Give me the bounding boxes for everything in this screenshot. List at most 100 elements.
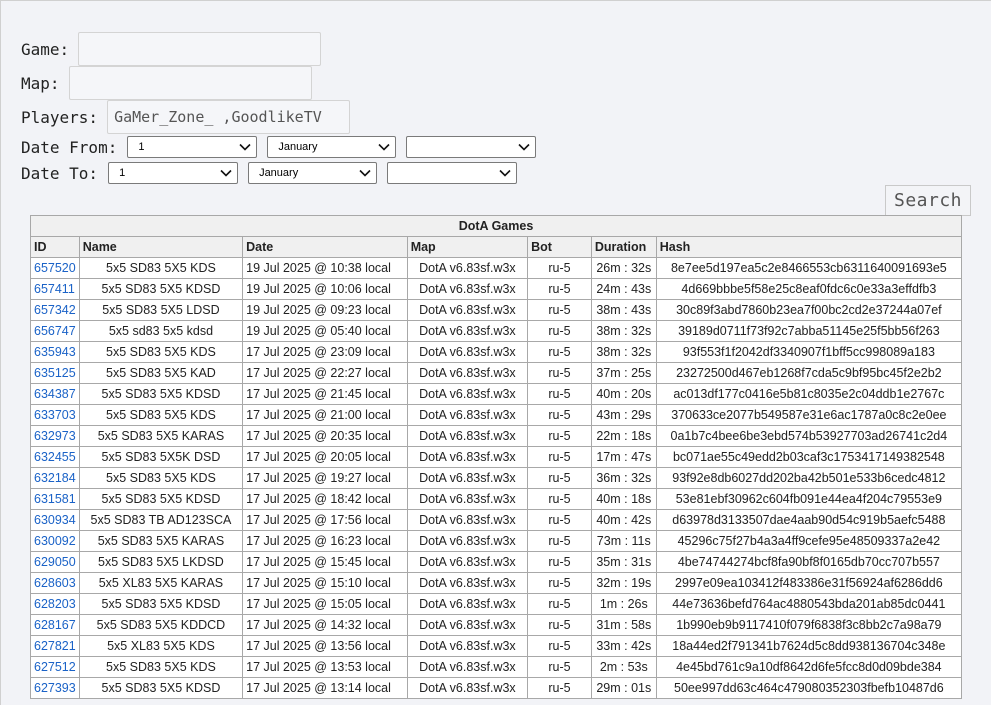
- game-name-cell: 5x5 XL83 5X5 KARAS: [78, 572, 244, 594]
- date-to-month-select[interactable]: January: [248, 162, 378, 184]
- game-bot-cell: ru-5: [527, 614, 592, 636]
- game-id-link[interactable]: 657411: [34, 282, 75, 296]
- game-id-cell: 657342: [30, 299, 80, 321]
- date-from-month-select[interactable]: January: [267, 136, 397, 158]
- game-hash-cell: 4d669bbbe5f58e25c8eaf0fdc6c0e33a3effdfb3: [655, 278, 963, 300]
- game-id-link[interactable]: 632455: [34, 450, 76, 464]
- players-row: Players: GaMer_Zone_ ,GoodlikeTV: [21, 100, 351, 134]
- game-name-cell: 5x5 SD83 5X5 KDSD: [78, 278, 244, 300]
- game-hash-cell: 8e7ee5d197ea5c2e8466553cb6311640091693e5: [655, 257, 963, 279]
- game-bot-cell: ru-5: [527, 341, 592, 363]
- game-id-link[interactable]: 628167: [34, 618, 76, 632]
- game-id-link[interactable]: 635125: [34, 366, 76, 380]
- game-date-cell: 17 Jul 2025 @ 23:09 local: [242, 341, 408, 363]
- game-hash-cell: 93f92e8db6027dd202ba42b501e533b6cedc4812: [655, 467, 963, 489]
- date-to-year-select[interactable]: [387, 162, 518, 184]
- table-row: 628603 5x5 XL83 5X5 KARAS 17 Jul 2025 @ 15…: [30, 572, 963, 594]
- game-id-link[interactable]: 627393: [34, 681, 76, 695]
- table-row: 628203 5x5 SD83 5X5 KDSD 17 Jul 2025 @ 15:…: [30, 593, 963, 615]
- chevron-down-icon: [359, 169, 371, 177]
- game-id-link[interactable]: 656747: [34, 324, 76, 338]
- game-id-cell: 629050: [30, 551, 80, 573]
- game-map-cell: DotA v6.83sf.w3x: [406, 572, 529, 594]
- game-id-link[interactable]: 635943: [34, 345, 76, 359]
- game-date-cell: 17 Jul 2025 @ 14:32 local: [242, 614, 408, 636]
- game-date-cell: 19 Jul 2025 @ 10:06 local: [242, 278, 408, 300]
- game-bot-cell: ru-5: [527, 488, 592, 510]
- game-id-link[interactable]: 633703: [34, 408, 76, 422]
- game-bot-cell: ru-5: [527, 551, 592, 573]
- game-hash-cell: 23272500d467eb1268f7cda5c9bf95bc45f2e2b2: [655, 362, 963, 384]
- map-row: Map:: [21, 66, 312, 100]
- game-name-cell: 5x5 SD83 5X5 KDS: [78, 341, 244, 363]
- game-map-cell: DotA v6.83sf.w3x: [406, 446, 529, 468]
- header-name: Name: [78, 236, 244, 258]
- game-id-cell: 631581: [30, 488, 80, 510]
- game-id-link[interactable]: 631581: [34, 492, 76, 506]
- date-to-day-select[interactable]: 1: [108, 162, 239, 184]
- game-duration-cell: 43m : 29s: [590, 404, 657, 426]
- game-name-cell: 5x5 XL83 5X5 KDS: [78, 635, 244, 657]
- map-input[interactable]: [68, 66, 312, 100]
- chevron-down-icon: [378, 143, 390, 151]
- game-id-cell: 633703: [30, 404, 80, 426]
- game-bot-cell: ru-5: [527, 320, 592, 342]
- game-id-link[interactable]: 634387: [34, 387, 76, 401]
- game-date-cell: 17 Jul 2025 @ 21:45 local: [242, 383, 408, 405]
- game-map-cell: DotA v6.83sf.w3x: [406, 425, 529, 447]
- game-map-cell: DotA v6.83sf.w3x: [406, 467, 529, 489]
- game-id-cell: 657520: [30, 257, 80, 279]
- game-id-link[interactable]: 657342: [34, 303, 76, 317]
- game-bot-cell: ru-5: [527, 572, 592, 594]
- game-id-cell: 627821: [30, 635, 80, 657]
- game-map-cell: DotA v6.83sf.w3x: [406, 383, 529, 405]
- game-id-link[interactable]: 628203: [34, 597, 76, 611]
- date-from-day-select[interactable]: 1: [127, 136, 258, 158]
- game-name-cell: 5x5 SD83 5X5 KDSD: [78, 383, 244, 405]
- game-bot-cell: ru-5: [527, 362, 592, 384]
- date-to-month-value: January: [259, 167, 299, 179]
- header-hash: Hash: [655, 236, 963, 258]
- table-row: 629050 5x5 SD83 5X5 LKDSD 17 Jul 2025 @ 15…: [30, 551, 963, 573]
- game-date-cell: 19 Jul 2025 @ 09:23 local: [242, 299, 408, 321]
- game-date-cell: 17 Jul 2025 @ 15:45 local: [242, 551, 408, 573]
- game-date-cell: 17 Jul 2025 @ 20:05 local: [242, 446, 408, 468]
- game-bot-cell: ru-5: [527, 509, 592, 531]
- game-id-link[interactable]: 628603: [34, 576, 76, 590]
- game-bot-cell: ru-5: [527, 278, 592, 300]
- search-button[interactable]: Search: [885, 185, 971, 216]
- game-id-link[interactable]: 630092: [34, 534, 76, 548]
- game-id-link[interactable]: 657520: [34, 261, 76, 275]
- game-id-link[interactable]: 627821: [34, 639, 76, 653]
- game-hash-cell: 45296c75f27b4a3a4ff9cefe95e48509337a2e42: [655, 530, 963, 552]
- game-input[interactable]: [78, 32, 322, 66]
- game-id-cell: 630092: [30, 530, 80, 552]
- game-row: Game:: [21, 32, 322, 66]
- game-id-link[interactable]: 632973: [34, 429, 76, 443]
- game-id-link[interactable]: 630934: [34, 513, 76, 527]
- players-input[interactable]: GaMer_Zone_ ,GoodlikeTV: [107, 100, 351, 134]
- game-map-cell: DotA v6.83sf.w3x: [406, 635, 529, 657]
- game-bot-cell: ru-5: [527, 530, 592, 552]
- game-bot-cell: ru-5: [527, 467, 592, 489]
- table-row: 627393 5x5 SD83 5X5 KDSD 17 Jul 2025 @ 13:…: [30, 677, 963, 699]
- game-date-cell: 17 Jul 2025 @ 20:35 local: [242, 425, 408, 447]
- game-hash-cell: d63978d3133507dae4aab90d54c919b5aefc5488: [655, 509, 963, 531]
- game-duration-cell: 2m : 53s: [590, 656, 657, 678]
- game-name-cell: 5x5 SD83 5X5 KDSD: [78, 488, 244, 510]
- game-map-cell: DotA v6.83sf.w3x: [406, 299, 529, 321]
- game-date-cell: 19 Jul 2025 @ 05:40 local: [242, 320, 408, 342]
- game-id-link[interactable]: 629050: [34, 555, 76, 569]
- table-row: 632184 5x5 SD83 5X5 KDS 17 Jul 2025 @ 19:2…: [30, 467, 963, 489]
- game-name-cell: 5x5 SD83 TB AD123SCA: [78, 509, 244, 531]
- game-id-link[interactable]: 627512: [34, 660, 76, 674]
- game-duration-cell: 73m : 11s: [590, 530, 657, 552]
- game-map-cell: DotA v6.83sf.w3x: [406, 320, 529, 342]
- game-hash-cell: 93f553f1f2042df3340907f1bff5cc998089a183: [655, 341, 963, 363]
- game-map-cell: DotA v6.83sf.w3x: [406, 509, 529, 531]
- table-row: 627512 5x5 SD83 5X5 KDS 17 Jul 2025 @ 13:5…: [30, 656, 963, 678]
- date-from-year-select[interactable]: [406, 136, 537, 158]
- game-id-cell: 627512: [30, 656, 80, 678]
- game-id-cell: 627393: [30, 677, 80, 699]
- game-id-link[interactable]: 632184: [34, 471, 76, 485]
